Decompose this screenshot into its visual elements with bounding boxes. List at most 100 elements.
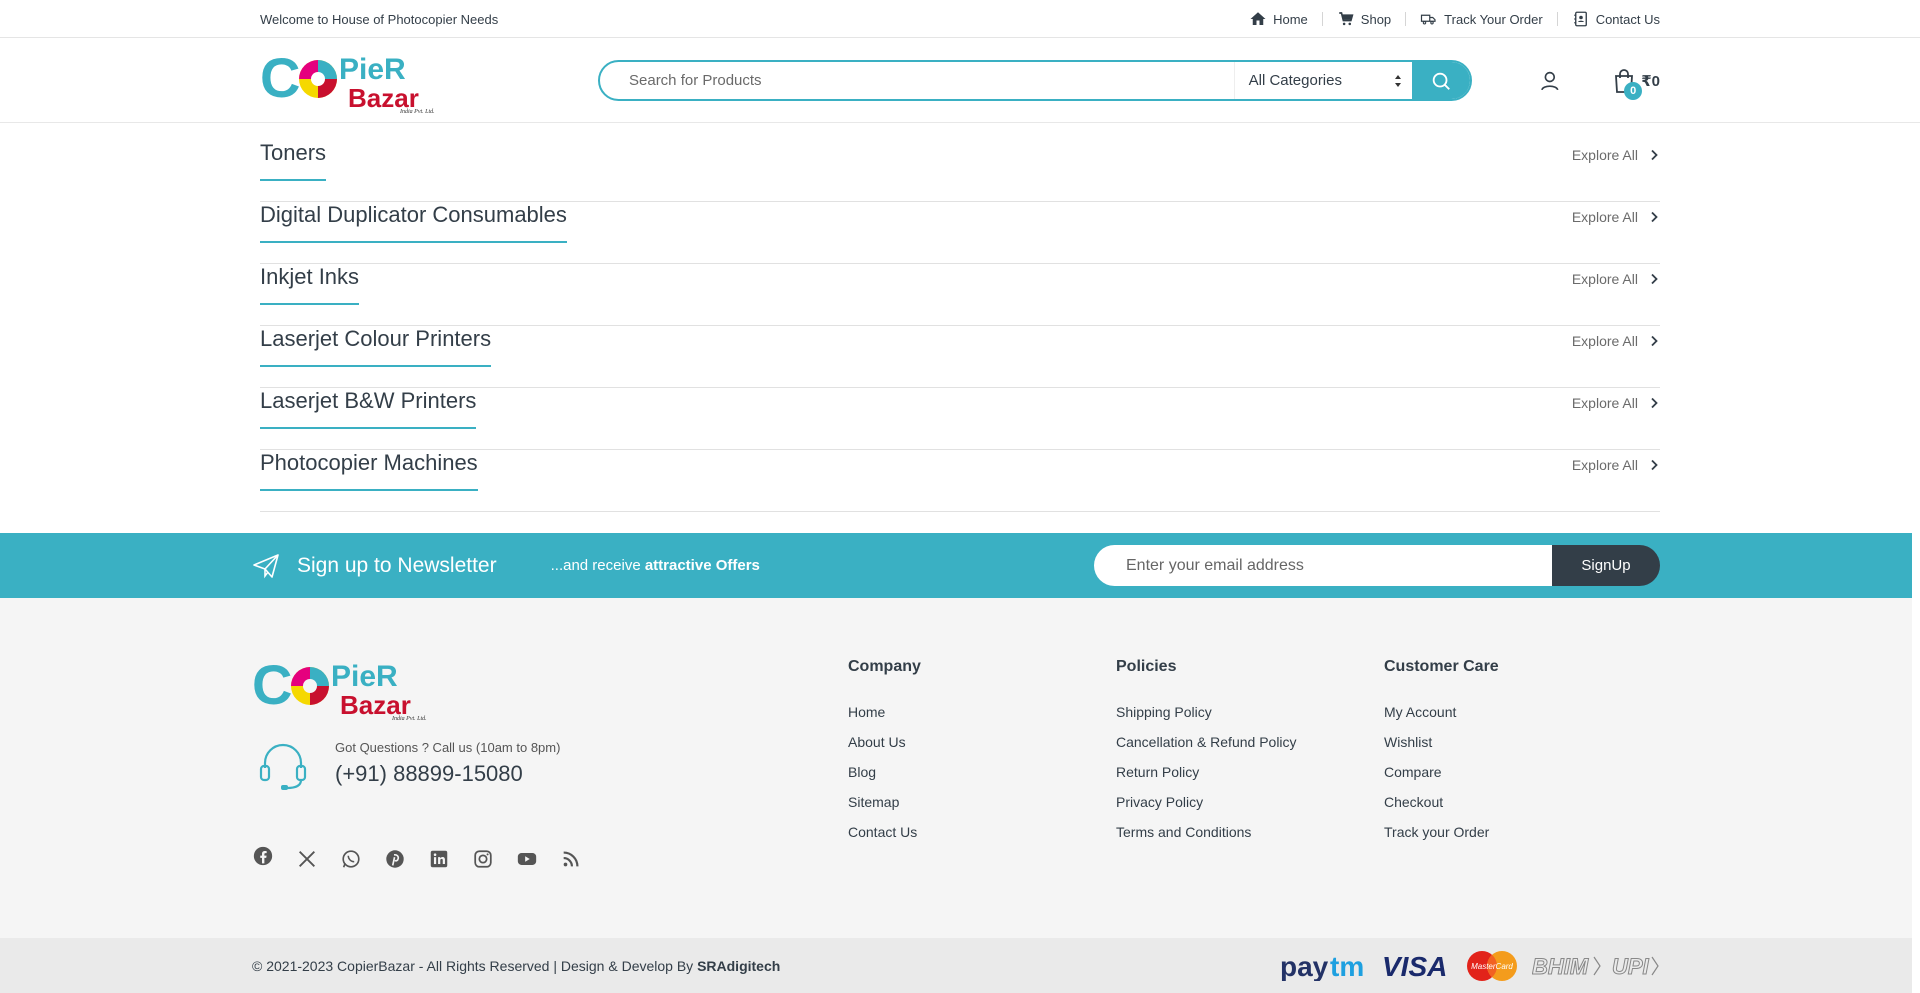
category-selected-value: All Categories [1248,72,1342,89]
newsletter-title: Sign up to Newsletter [297,553,497,577]
category-section-toners: Toners Explore All [260,140,1660,202]
svg-text:tm: tm [1330,951,1364,981]
explore-all-label: Explore All [1571,333,1638,349]
explore-all-link[interactable]: Explore All [1572,209,1660,225]
explore-all-link[interactable]: Explore All [1572,147,1660,163]
welcome-text: Welcome to House of Photocopier Needs [260,11,499,27]
footer-logo[interactable]: C PieR Bazar India Pvt. Ltd. [252,653,442,722]
mini-cart[interactable]: 0 ₹0 [1613,68,1660,100]
top-nav-label: Shop [1360,11,1392,27]
cart-total: ₹0 [1641,72,1660,90]
category-section-duplicator: Digital Duplicator Consumables Explore A… [260,202,1660,264]
support-question: Got Questions ? Call us (10am to 8pm) [335,740,561,755]
copyright-bar: © 2021-2023 CopierBazar - All Rights Res… [0,938,1912,993]
svg-text:India Pvt. Ltd.: India Pvt. Ltd. [391,716,427,720]
developer-link[interactable]: SRAdigitech [697,958,780,974]
explore-all-link[interactable]: Explore All [1572,271,1660,287]
signup-button[interactable]: SignUp [1552,545,1660,586]
search-input[interactable] [600,62,1234,99]
site-logo[interactable]: C PieR Bazar India Pvt. Ltd. [260,46,450,115]
category-section-laser-bw: Laserjet B&W Printers Explore All [260,388,1660,450]
support-phone[interactable]: (+91) 88899-15080 [335,761,560,787]
footer-link[interactable]: Home [848,704,921,734]
explore-all-link[interactable]: Explore All [1572,395,1660,411]
payment-methods: pay tm VISA MasterCard BHIM UPI [1280,950,1660,982]
section-title: Laserjet Colour Printers [260,326,492,368]
contact-card-icon [1573,11,1587,27]
top-nav: Home Shop Track Your Order Contact Us [1235,10,1660,28]
category-sections: Toners Explore All Digital Duplicator Co… [260,140,1660,512]
footer-link[interactable]: Shipping Policy [1116,704,1297,734]
footer-link[interactable]: Sitemap [848,794,921,824]
footer-link[interactable]: About Us [848,734,921,764]
explore-all-label: Explore All [1571,147,1638,163]
site-footer: C PieR Bazar India Pvt. Ltd. Got Questio… [0,598,1912,938]
explore-all-link[interactable]: Explore All [1572,333,1660,349]
footer-link[interactable]: Cancellation & Refund Policy [1116,734,1297,764]
top-nav-track-order[interactable]: Track Your Order [1406,10,1557,28]
rss-icon[interactable] [560,848,582,870]
footer-link[interactable]: Blog [848,764,921,794]
footer-link[interactable]: Contact Us [848,824,921,854]
footer-support: Got Questions ? Call us (10am to 8pm) (+… [256,738,560,792]
copyright-text: © 2021-2023 CopierBazar - All Rights Res… [252,958,780,974]
footer-column-policies: Policies Shipping Policy Cancellation & … [1116,658,1297,854]
category-select[interactable]: All Categories [1233,62,1412,99]
pinterest-icon[interactable] [384,848,406,870]
top-bar: Welcome to House of Photocopier Needs Ho… [0,0,1920,38]
newsletter-email-input[interactable] [1094,545,1552,586]
explore-all-label: Explore All [1571,271,1638,287]
copierbazar-logo: C PieR Bazar India Pvt. Ltd. [260,46,435,115]
linkedin-icon[interactable] [428,848,450,870]
footer-link[interactable]: Checkout [1384,794,1499,824]
social-links [252,845,582,870]
top-nav-contact[interactable]: Contact Us [1558,10,1660,28]
newsletter-band: Sign up to Newsletter ...and receive att… [0,533,1912,598]
mastercard-logo: MasterCard [1467,950,1517,981]
svg-text:C: C [260,49,300,109]
whatsapp-icon[interactable] [340,848,362,870]
top-nav-label: Track Your Order [1444,11,1543,27]
newsletter-sub-bold: attractive Offers [644,557,760,574]
section-title: Toners [260,140,327,182]
footer-link[interactable]: Privacy Policy [1116,794,1297,824]
facebook-icon[interactable] [252,845,274,867]
footer-link[interactable]: Wishlist [1384,734,1499,764]
top-nav-home[interactable]: Home [1235,10,1322,28]
copierbazar-logo: C PieR Bazar India Pvt. Ltd. [252,653,427,722]
svg-text:pay: pay [1280,951,1329,981]
site-header: C PieR Bazar India Pvt. Ltd. All Categor… [0,38,1920,123]
svg-text:UPI: UPI [1612,954,1650,979]
section-title: Photocopier Machines [260,450,478,492]
footer-link[interactable]: My Account [1384,704,1499,734]
explore-all-label: Explore All [1571,457,1638,473]
explore-all-link[interactable]: Explore All [1572,457,1660,473]
explore-all-label: Explore All [1571,395,1638,411]
user-account-icon[interactable] [1538,69,1562,93]
support-text: Got Questions ? Call us (10am to 8pm) (+… [335,738,560,787]
footer-link[interactable]: Compare [1384,764,1499,794]
youtube-icon[interactable] [516,848,538,870]
visa-logo: VISA [1382,951,1447,981]
top-nav-label: Home [1273,11,1308,27]
top-nav-shop[interactable]: Shop [1323,10,1405,28]
svg-text:MasterCard: MasterCard [1471,962,1513,971]
category-section-inkjet: Inkjet Inks Explore All [260,264,1660,326]
category-section-photocopier: Photocopier Machines Explore All [260,450,1660,512]
search-icon [1432,72,1450,90]
footer-link[interactable]: Terms and Conditions [1116,824,1297,854]
explore-all-label: Explore All [1571,209,1638,225]
instagram-icon[interactable] [472,848,494,870]
footer-column-title: Customer Care [1384,658,1499,675]
bhim-logo: BHIM [1532,953,1601,979]
x-twitter-icon[interactable] [296,848,318,870]
footer-link[interactable]: Track your Order [1384,824,1499,854]
copyright-label: © 2021-2023 CopierBazar - All Rights Res… [252,957,698,974]
svg-text:BHIM: BHIM [1532,954,1589,979]
paytm-logo: pay tm [1280,951,1364,981]
footer-link[interactable]: Return Policy [1116,764,1297,794]
svg-text:VISA: VISA [1382,951,1447,981]
search-button[interactable] [1411,62,1470,99]
newsletter-subtitle: ...and receive attractive Offers [551,557,760,574]
footer-column-title: Company [848,658,921,675]
